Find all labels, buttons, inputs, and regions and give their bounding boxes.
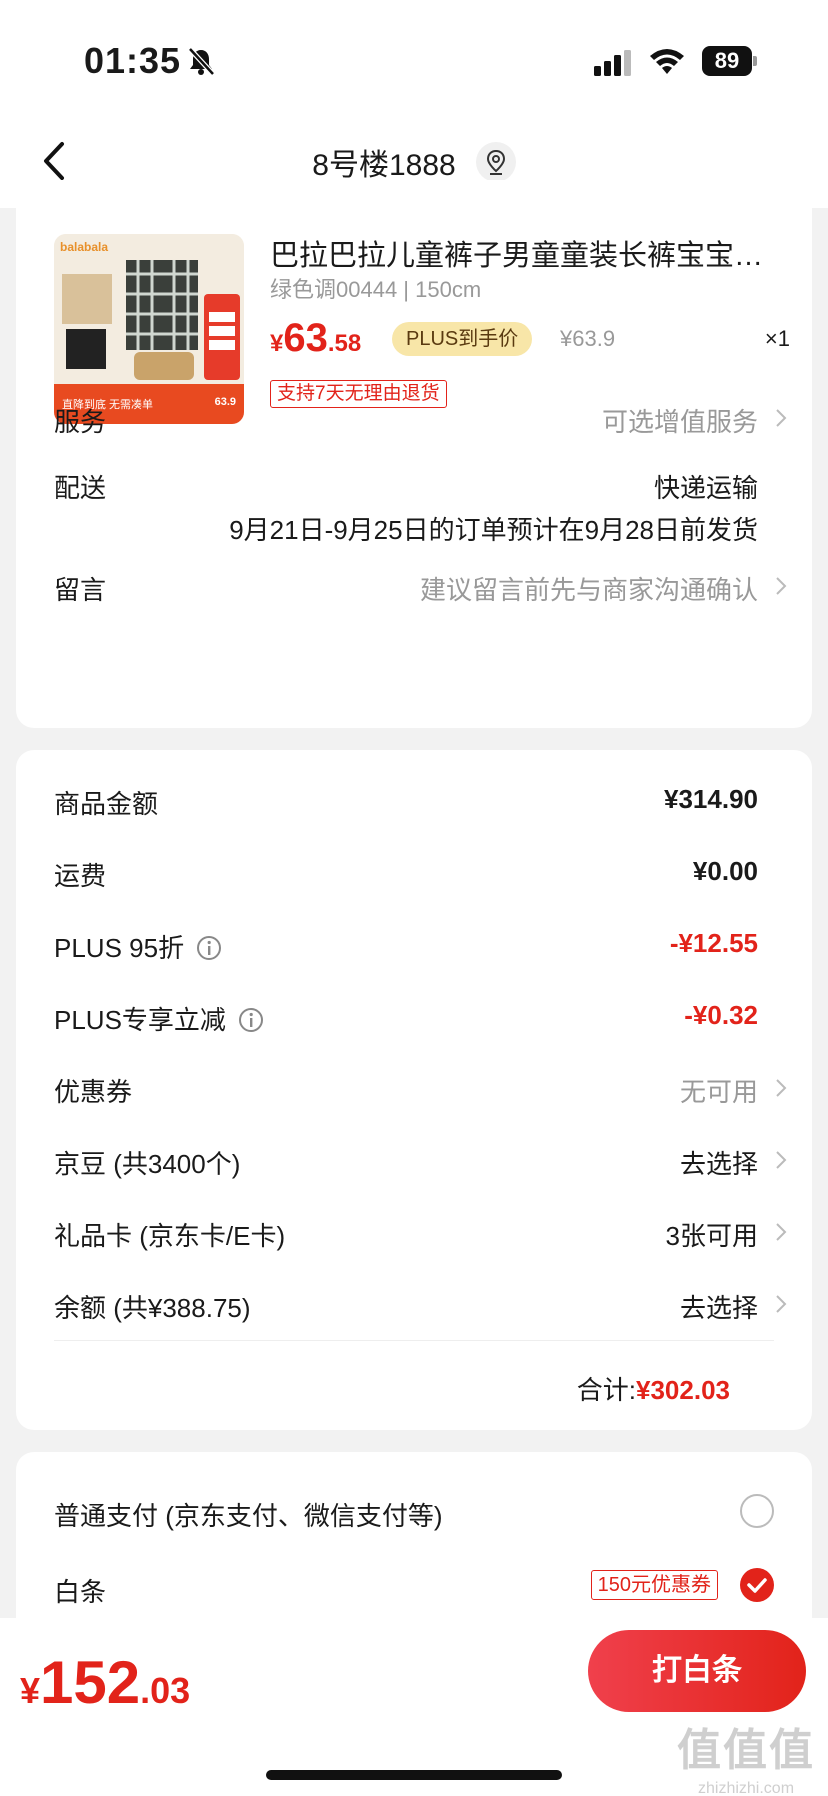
- jd-bean-row[interactable]: 京豆 (共3400个) 去选择: [54, 1144, 788, 1184]
- address-selector[interactable]: 8号楼1888: [0, 140, 828, 184]
- balance-label: 余额 (共¥388.75): [54, 1293, 251, 1323]
- cellular-signal-icon: [594, 50, 631, 76]
- price-summary-card: 商品金额 ¥314.90 运费 ¥0.00 PLUS 95折 -¥12.55 P…: [16, 750, 812, 1430]
- battery-level: 89: [702, 46, 752, 76]
- plus-reduce-row: PLUS专享立减 -¥0.32: [54, 1000, 788, 1040]
- checkout-bar: ¥152.03 打白条 值值值 zhizhizhi.com: [0, 1618, 828, 1796]
- status-bar: 01:35 89: [0, 0, 828, 120]
- gift-card-row[interactable]: 礼品卡 (京东卡/E卡) 3张可用: [54, 1216, 788, 1256]
- total-value: ¥302.03: [636, 1375, 730, 1405]
- pay-amount: ¥152.03: [20, 1649, 191, 1716]
- plaid-pants-graphic: [126, 260, 198, 350]
- original-price: ¥63.9: [560, 326, 616, 351]
- order-item-card: balabala 直降到底 无需凑单 63.9 巴拉巴拉儿童裤子男童童装长裤宝宝…: [16, 180, 812, 728]
- chevron-right-icon: [776, 1151, 787, 1169]
- delivery-row[interactable]: 配送 快递运输 9月21日-9月25日的订单预计在9月28日前发货: [54, 468, 788, 548]
- coupon-row[interactable]: 优惠券 无可用: [54, 1072, 788, 1112]
- balance-row[interactable]: 余额 (共¥388.75) 去选择: [54, 1288, 788, 1328]
- status-time: 01:35: [84, 40, 182, 81]
- normal-pay-label: 普通支付 (京东支付、微信支付等): [54, 1501, 443, 1531]
- goods-amount-value: ¥314.90: [664, 784, 758, 814]
- brand-logo-text: balabala: [60, 240, 109, 254]
- delivery-estimate: 9月21日-9月25日的订单预计在9月28日前发货: [229, 515, 758, 545]
- home-indicator: [266, 1770, 562, 1780]
- battery-icon: 89: [702, 46, 757, 76]
- delivery-label: 配送: [54, 473, 107, 503]
- goods-amount-row: 商品金额 ¥314.90: [54, 784, 788, 824]
- chevron-right-icon: [776, 1295, 787, 1313]
- jd-bean-label: 京豆 (共3400个): [54, 1149, 241, 1179]
- product-image[interactable]: balabala 直降到底 无需凑单 63.9: [54, 234, 244, 424]
- chevron-right-icon: [776, 577, 787, 595]
- mute-bell-icon: [188, 47, 215, 76]
- plus95-value: -¥12.55: [669, 928, 758, 958]
- chevron-right-icon: [776, 1079, 787, 1097]
- price-row: ¥63.58 PLUS到手价 ¥63.9 ×1: [270, 316, 790, 362]
- coupon-value: 无可用: [679, 1077, 758, 1107]
- address-text: 8号楼1888: [312, 149, 456, 182]
- normal-pay-row[interactable]: 普通支付 (京东支付、微信支付等): [54, 1496, 788, 1536]
- gift-card-value: 3张可用: [665, 1221, 758, 1251]
- plus95-row: PLUS 95折 -¥12.55: [54, 928, 788, 968]
- shipping-label: 运费: [54, 861, 107, 891]
- chevron-right-icon: [776, 1223, 787, 1241]
- plus-reduce-label: PLUS专享立减: [54, 1005, 226, 1035]
- wifi-icon: [650, 49, 684, 74]
- baitiao-coupon-badge: 150元优惠券: [590, 1570, 718, 1600]
- service-label: 服务: [54, 407, 107, 437]
- plus-reduce-label-wrap: PLUS专享立减: [54, 1000, 264, 1037]
- plus-price-tag: PLUS到手价: [392, 322, 533, 356]
- quantity: ×1: [764, 326, 790, 351]
- site-watermark: 值值值 zhizhizhi.com: [676, 1714, 816, 1796]
- plus-reduce-value: -¥0.32: [684, 1000, 758, 1030]
- info-icon[interactable]: [238, 1007, 264, 1033]
- info-icon[interactable]: [196, 935, 222, 961]
- order-total: 合计:¥302.03: [577, 1370, 730, 1407]
- message-label: 留言: [54, 575, 107, 605]
- total-label: 合计:: [576, 1375, 637, 1405]
- plus-price: ¥63.58: [270, 316, 362, 360]
- goods-amount-label: 商品金额: [54, 789, 159, 819]
- chevron-right-icon: [776, 409, 787, 427]
- location-pin-icon: [475, 142, 516, 182]
- product-name[interactable]: 巴拉巴拉儿童裤子男童童装长裤宝宝秋冬...: [270, 232, 790, 274]
- product-spec: 绿色调00444 | 150cm: [270, 277, 482, 302]
- shipping-row: 运费 ¥0.00: [54, 856, 788, 896]
- checkmark-icon: [747, 1578, 767, 1593]
- coupon-label: 优惠券: [54, 1077, 133, 1107]
- watermark-logo: 值值值: [677, 1726, 815, 1775]
- delivery-method: 快递运输: [653, 473, 758, 503]
- balance-value: 去选择: [679, 1293, 758, 1323]
- plus95-label-wrap: PLUS 95折: [54, 928, 222, 965]
- baitiao-label: 白条: [54, 1577, 107, 1607]
- watermark-url: zhizhizhi.com: [697, 1780, 795, 1796]
- shipping-value: ¥0.00: [692, 856, 758, 886]
- service-value: 可选增值服务: [601, 407, 758, 437]
- submit-pay-button[interactable]: 打白条: [588, 1630, 806, 1712]
- message-placeholder: 建议留言前先与商家沟通确认: [419, 575, 758, 605]
- baitiao-radio[interactable]: [740, 1568, 774, 1602]
- divider: [54, 1340, 774, 1341]
- service-row[interactable]: 服务 可选增值服务: [54, 402, 788, 442]
- plus95-label: PLUS 95折: [54, 933, 185, 963]
- message-row[interactable]: 留言 建议留言前先与商家沟通确认: [54, 570, 788, 610]
- gift-card-label: 礼品卡 (京东卡/E卡): [54, 1221, 286, 1251]
- jd-bean-value: 去选择: [679, 1149, 758, 1179]
- normal-pay-radio[interactable]: [740, 1494, 774, 1528]
